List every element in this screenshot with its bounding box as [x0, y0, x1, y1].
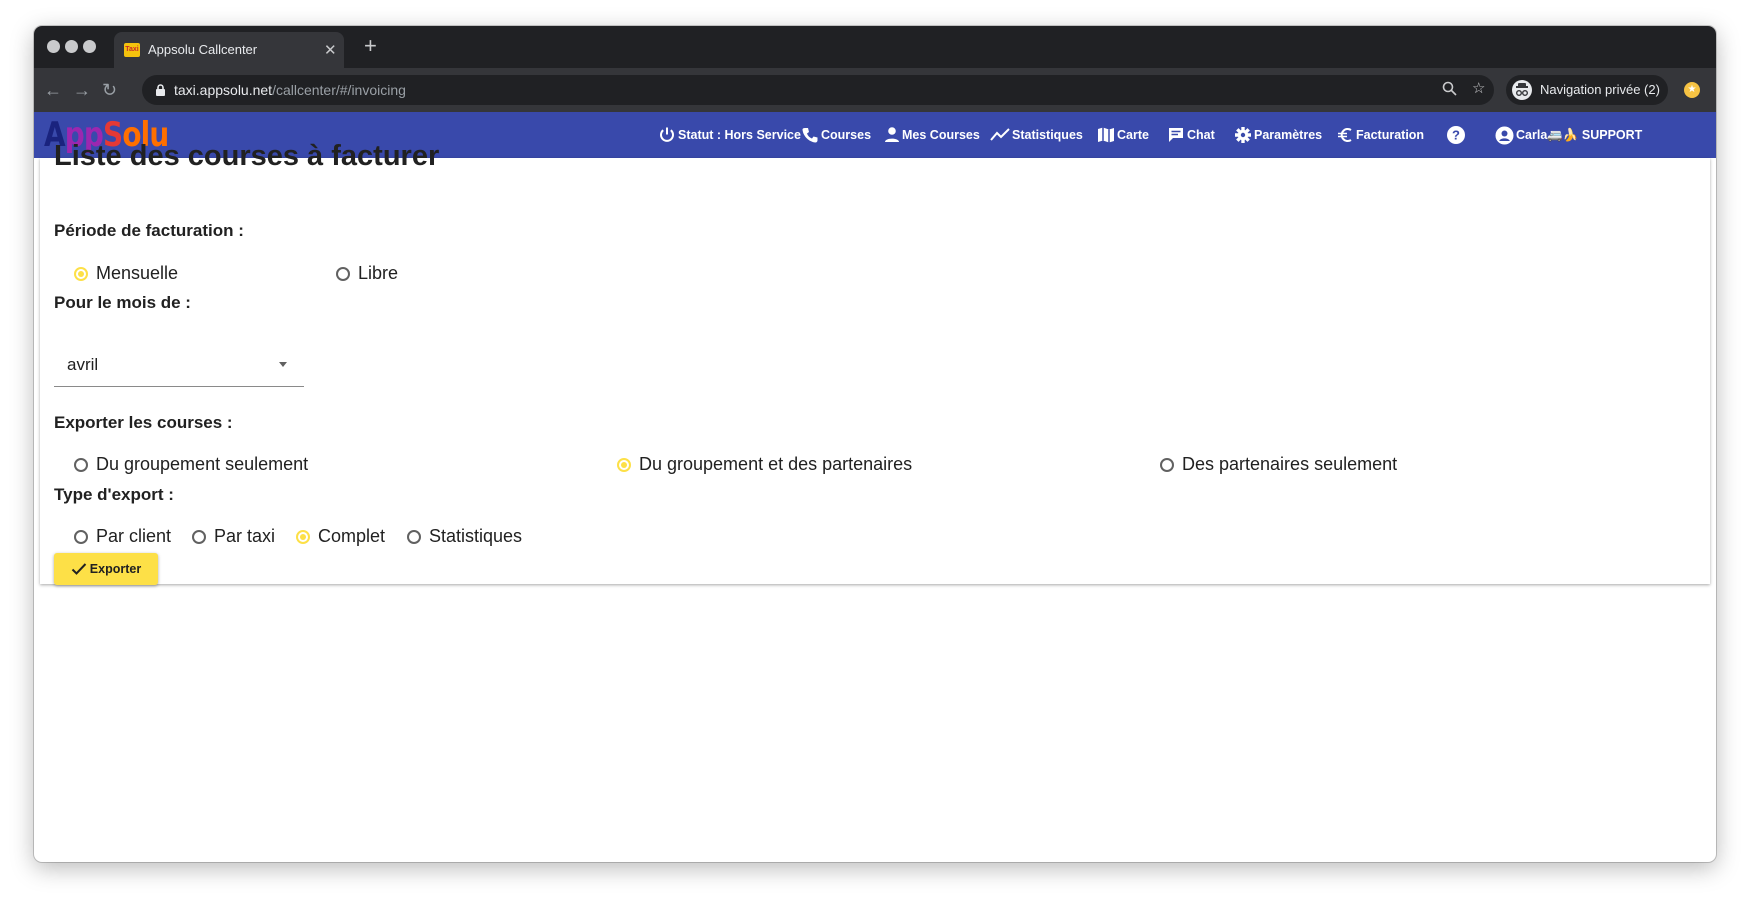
url-host: taxi.appsolu.net — [174, 82, 273, 98]
nav-carte-label: Carte — [1117, 128, 1149, 142]
radio-statistiques-label: Statistiques — [429, 526, 523, 546]
taxi-favicon-icon: Taxi — [124, 43, 140, 57]
radio-unchecked-icon — [74, 457, 88, 472]
person-icon — [885, 127, 899, 142]
nav-statistiques[interactable]: Statistiques — [990, 124, 1083, 146]
radio-checked-icon — [617, 457, 631, 472]
incognito-badge[interactable]: Navigation privée (2) — [1506, 75, 1668, 105]
export-button-label: Exporter — [89, 562, 142, 576]
url-path: /callcenter/#/invoicing — [272, 82, 406, 98]
periode-label: Période de facturation : — [54, 221, 244, 240]
chat-icon — [1169, 128, 1183, 142]
radio-par-client[interactable]: Par client — [74, 526, 171, 547]
account-circle-icon — [1495, 126, 1514, 144]
address-bar[interactable]: taxi.appsolu.net/callcenter/#/invoicing … — [142, 75, 1494, 105]
radio-complet-label: Complet — [318, 526, 386, 546]
power-icon — [660, 127, 674, 142]
mois-label: Pour le mois de : — [54, 293, 191, 312]
radio-groupement-seulement-label: Du groupement seulement — [96, 454, 309, 474]
nav-user[interactable]: Carla🚐🍌 SUPPORT — [1495, 124, 1642, 146]
new-tab-icon[interactable]: + — [364, 35, 377, 57]
nav-parametres[interactable]: Paramètres — [1234, 124, 1322, 146]
nav-facturation[interactable]: Facturation — [1336, 124, 1424, 146]
euro-icon — [1338, 128, 1352, 142]
tab-strip: Taxi Appsolu Callcenter ✕ + — [34, 26, 1716, 68]
mois-select-value: avril — [67, 355, 99, 374]
radio-libre-label: Libre — [358, 263, 399, 283]
back-icon[interactable]: ← — [44, 80, 62, 100]
radio-unchecked-icon — [1160, 457, 1174, 472]
nav-user-label: Carla🚐🍌 SUPPORT — [1516, 127, 1643, 142]
page-title: Liste des courses à facturer — [54, 140, 440, 172]
exporter-label: Exporter les courses : — [54, 413, 233, 432]
close-window-dot[interactable] — [47, 40, 60, 53]
nav-carte[interactable]: Carte — [1097, 124, 1149, 146]
map-icon — [1098, 127, 1114, 143]
tab-title: Appsolu Callcenter — [148, 42, 258, 57]
radio-statistiques[interactable]: Statistiques — [407, 526, 522, 547]
radio-groupement-et-partenaires[interactable]: Du groupement et des partenaires — [617, 454, 912, 475]
help-icon[interactable]: ? — [1446, 124, 1468, 146]
dropdown-arrow-icon — [279, 362, 287, 367]
trending-icon — [990, 128, 1010, 141]
type-export-label: Type d'export : — [54, 485, 174, 504]
radio-libre[interactable]: Libre — [336, 263, 398, 284]
radio-groupement-et-partenaires-label: Du groupement et des partenaires — [639, 454, 913, 474]
bookmark-star-icon[interactable]: ☆ — [1472, 79, 1485, 97]
radio-mensuelle[interactable]: Mensuelle — [74, 263, 178, 284]
lock-icon — [156, 84, 165, 96]
radio-partenaires-seulement-label: Des partenaires seulement — [1182, 454, 1398, 474]
nav-chat[interactable]: Chat — [1167, 124, 1215, 146]
radio-checked-icon — [296, 529, 310, 544]
nav-chat-label: Chat — [1187, 128, 1215, 142]
radio-unchecked-icon — [74, 529, 88, 544]
incognito-label: Navigation privée (2) — [1540, 82, 1660, 97]
nav-courses-label: Courses — [821, 128, 872, 142]
url-text: taxi.appsolu.net/callcenter/#/invoicing — [174, 82, 406, 98]
minimize-window-dot[interactable] — [65, 40, 78, 53]
nav-parametres-label: Paramètres — [1254, 128, 1323, 142]
radio-complet[interactable]: Complet — [296, 526, 385, 547]
forward-icon[interactable]: → — [73, 80, 91, 100]
maximize-window-dot[interactable] — [83, 40, 96, 53]
radio-groupement-seulement[interactable]: Du groupement seulement — [74, 454, 308, 475]
browser-toolbar: ← → ↻ taxi.appsolu.net/callcenter/#/invo… — [34, 68, 1716, 112]
close-tab-icon[interactable]: ✕ — [324, 41, 337, 59]
reload-icon[interactable]: ↻ — [102, 80, 117, 100]
nav-mes-courses-label: Mes Courses — [902, 128, 980, 142]
nav-statistiques-label: Statistiques — [1012, 128, 1083, 142]
check-icon — [71, 563, 87, 575]
radio-mensuelle-label: Mensuelle — [96, 263, 179, 283]
export-button[interactable]: Exporter — [54, 553, 158, 585]
gear-icon — [1235, 127, 1251, 143]
radio-checked-icon — [74, 266, 88, 281]
radio-unchecked-icon — [192, 529, 206, 544]
nav-courses[interactable]: Courses — [801, 124, 871, 146]
phone-icon — [802, 128, 818, 143]
zoom-icon[interactable] — [1442, 81, 1457, 100]
nav-statut[interactable]: Statut : Hors Service — [658, 124, 801, 146]
svg-text:?: ? — [1452, 128, 1460, 143]
nav-facturation-label: Facturation — [1356, 128, 1425, 142]
incognito-icon — [1512, 80, 1532, 100]
mois-select[interactable]: avril — [54, 338, 304, 387]
extension-icon[interactable]: ★ — [1684, 82, 1700, 98]
radio-partenaires-seulement[interactable]: Des partenaires seulement — [1160, 454, 1397, 475]
radio-par-taxi-label: Par taxi — [214, 526, 276, 546]
radio-unchecked-icon — [336, 266, 350, 281]
radio-par-client-label: Par client — [96, 526, 172, 546]
browser-tab[interactable]: Taxi Appsolu Callcenter ✕ — [114, 32, 344, 68]
radio-unchecked-icon — [407, 529, 421, 544]
nav-statut-label: Statut : Hors Service — [678, 128, 801, 142]
nav-mes-courses[interactable]: Mes Courses — [884, 124, 980, 146]
radio-par-taxi[interactable]: Par taxi — [192, 526, 275, 547]
